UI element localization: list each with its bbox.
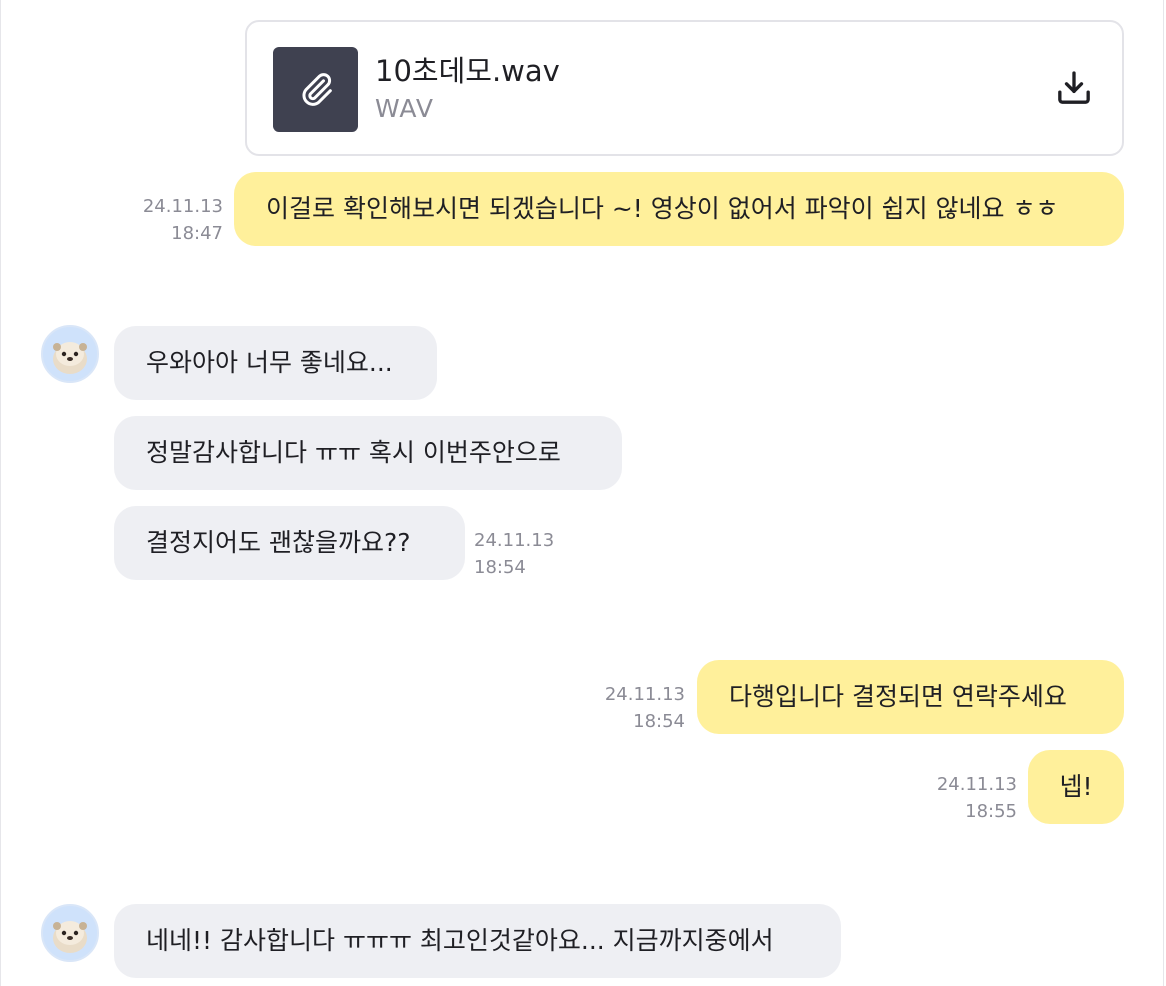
message-timestamp: 24.11.13 18:54 [474, 527, 554, 581]
timestamp-time: 18:54 [633, 711, 685, 732]
message-bubble-incoming[interactable]: 결정지어도 괜찮을까요?? [114, 506, 465, 580]
otter-avatar-icon [53, 921, 87, 953]
message-bubble-outgoing[interactable]: 넵! [1028, 750, 1124, 824]
file-attachment-card[interactable]: 10초데모.wav WAV [245, 20, 1124, 156]
file-type: WAV [375, 94, 434, 123]
paperclip-icon [302, 72, 332, 106]
timestamp-time: 18:47 [171, 223, 223, 244]
otter-avatar-icon [53, 342, 87, 374]
message-bubble-outgoing[interactable]: 다행입니다 결정되면 연락주세요 [697, 660, 1124, 734]
message-bubble-incoming[interactable]: 네네!! 감사합니다 ㅠㅠㅠ 최고인것같아요... 지금까지중에서 [114, 904, 841, 978]
download-button[interactable] [1053, 66, 1095, 110]
message-bubble-incoming[interactable]: 우와아아 너무 좋네요... [114, 326, 437, 400]
timestamp-date: 24.11.13 [604, 684, 685, 705]
message-timestamp: 24.11.13 18:54 [605, 681, 685, 735]
message-timestamp: 24.11.13 18:47 [143, 193, 223, 247]
file-name: 10초데모.wav [375, 54, 560, 88]
download-icon [1058, 71, 1090, 104]
timestamp-date: 24.11.13 [142, 196, 223, 217]
message-timestamp: 24.11.13 18:55 [937, 771, 1017, 825]
message-bubble-outgoing[interactable]: 이걸로 확인해보시면 되겠습니다 ~! 영상이 없어서 파악이 쉽지 않네요 ㅎ… [234, 172, 1124, 246]
message-bubble-incoming[interactable]: 정말감사합니다 ㅠㅠ 혹시 이번주안으로 [114, 416, 622, 490]
timestamp-time: 18:54 [474, 557, 526, 578]
file-thumbnail [273, 47, 358, 132]
avatar[interactable] [41, 904, 99, 962]
avatar[interactable] [41, 325, 99, 383]
chat-panel: 10초데모.wav WAV 24.11.13 18:47 이걸로 확인해보시면 … [0, 0, 1164, 986]
timestamp-time: 18:55 [965, 801, 1017, 822]
timestamp-date: 24.11.13 [474, 530, 555, 551]
timestamp-date: 24.11.13 [936, 774, 1017, 795]
